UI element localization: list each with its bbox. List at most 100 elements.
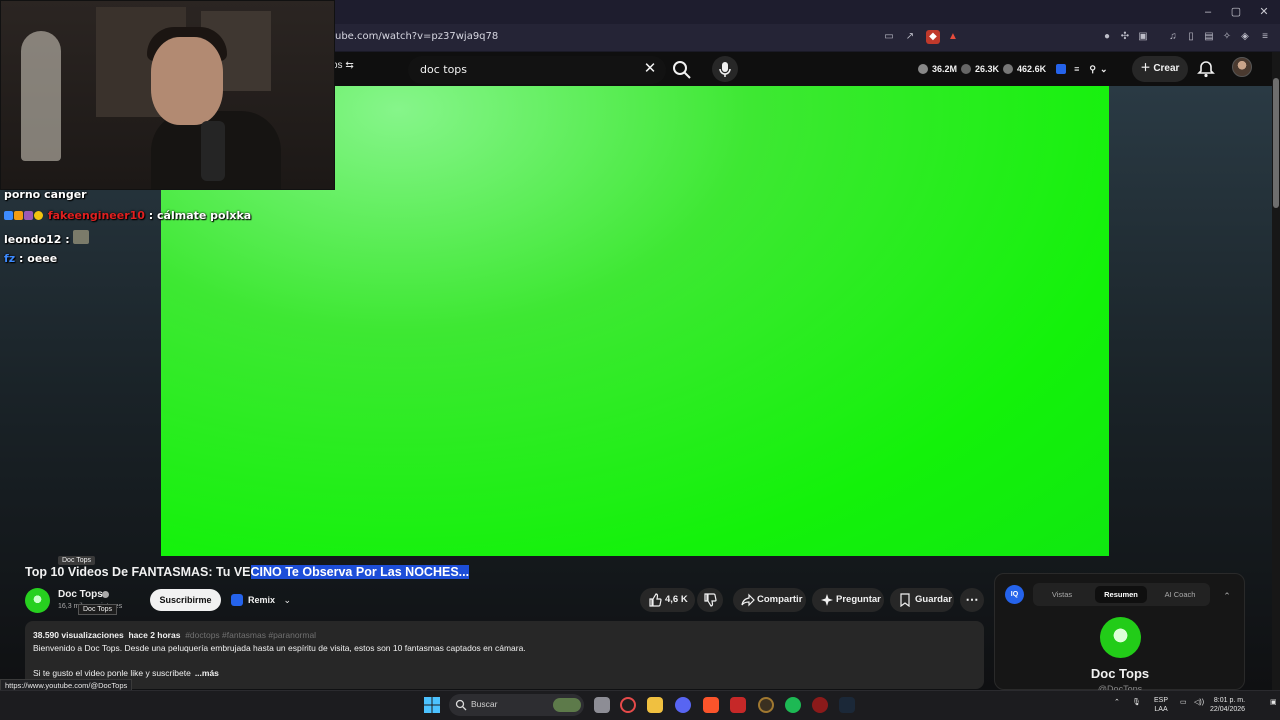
language-indicator[interactable]: ESP LAA xyxy=(1154,696,1168,714)
share-button[interactable]: Compartir xyxy=(733,588,806,612)
pin-icon[interactable]: ⚲ xyxy=(1089,64,1096,75)
wallet-card-icon[interactable]: ▤ xyxy=(1202,30,1216,44)
tooltip: Doc Tops xyxy=(58,556,96,565)
share-page-icon[interactable]: ↗ xyxy=(903,30,917,44)
stat-value: 462.6K xyxy=(1017,64,1047,74)
channel-name-link[interactable]: Doc Tops xyxy=(58,589,103,600)
badge-icon xyxy=(34,211,43,220)
chat-message: fakeengineer10 : cálmate polxka xyxy=(4,209,251,222)
chat-username: fakeengineer10 xyxy=(47,209,145,222)
file-explorer-icon[interactable] xyxy=(647,697,663,713)
search-icon xyxy=(455,699,467,711)
chrome-icon[interactable] xyxy=(620,697,636,713)
description-meta: 38.590 visualizaciones hace 2 horas #doc… xyxy=(33,630,316,640)
more-actions-button[interactable]: ⋯ xyxy=(960,588,984,612)
filter-chip[interactable]: os ⇆ xyxy=(332,60,354,71)
stat-value: 26.3K xyxy=(975,64,1000,74)
tab-resumen[interactable]: Resumen xyxy=(1095,586,1147,603)
wallet-icon[interactable]: ▣ xyxy=(1136,30,1150,44)
microphone-tray-icon[interactable]: 🎙 xyxy=(1132,698,1141,706)
side-channel-avatar xyxy=(1100,617,1141,658)
tab-ai-coach[interactable]: AI Coach xyxy=(1154,586,1206,603)
like-button[interactable]: 4,6 K xyxy=(640,588,695,612)
subscribers-icon xyxy=(918,64,928,74)
leo-ai-icon[interactable]: ✧ xyxy=(1220,30,1234,44)
badge-icon xyxy=(14,211,23,220)
description-text: Si te gusto el video ponle like y suscri… xyxy=(33,668,219,678)
menu-icon[interactable]: ≡ xyxy=(1258,30,1272,44)
chevron-up-icon[interactable]: ⌃ xyxy=(1114,698,1120,706)
streamer-face xyxy=(151,37,223,125)
thumbs-down-icon xyxy=(704,593,717,607)
chevron-up-icon[interactable]: ⌃ xyxy=(1221,590,1233,602)
app-icon[interactable] xyxy=(758,697,774,713)
rewards-icon[interactable]: ▲ xyxy=(946,30,960,44)
taskbar-search[interactable]: Buscar xyxy=(449,694,584,716)
video-title-text: Top 10 Videos De FANTASMAS: Tu VE xyxy=(25,565,251,579)
create-button[interactable]: ＋ Crear xyxy=(1132,56,1188,82)
extensions-icon[interactable]: ✣ xyxy=(1118,30,1132,44)
close-window-icon[interactable]: ✕ xyxy=(1254,4,1274,20)
windows-taskbar xyxy=(0,690,1280,720)
chevron-down-icon[interactable]: ⌄ xyxy=(1100,64,1108,75)
language-layout: LAA xyxy=(1154,706,1168,713)
discord-icon[interactable] xyxy=(675,697,691,713)
vpn-icon[interactable]: ● xyxy=(1100,30,1114,44)
hashtags[interactable]: #doctops #fantasmas #paranormal xyxy=(185,630,316,640)
chat-username: porno canger xyxy=(4,188,87,201)
clear-search-icon[interactable]: ✕ xyxy=(642,61,658,77)
sidebar-icon[interactable]: ▯ xyxy=(1184,30,1198,44)
video-title-selected-text: CINO Te Observa Por Las NOCHES... xyxy=(250,565,470,579)
list-icon[interactable]: ≡ xyxy=(1074,64,1079,74)
description-box[interactable]: 38.590 visualizaciones hace 2 horas #doc… xyxy=(25,621,984,689)
brave-icon[interactable] xyxy=(703,697,719,713)
search-box[interactable]: doc tops ✕ xyxy=(408,56,666,84)
like-count: 4,6 K xyxy=(665,594,688,605)
channel-stats: 36.2M 26.3K 462.6K ≡ ⚲ ⌄ xyxy=(918,60,1107,78)
verified-icon xyxy=(102,591,109,598)
save-button[interactable]: Guardar xyxy=(890,588,954,612)
show-more-link[interactable]: ...más xyxy=(195,668,219,678)
dislike-button[interactable] xyxy=(697,588,723,612)
user-avatar[interactable] xyxy=(1232,57,1252,77)
search-icon[interactable] xyxy=(670,58,694,82)
bell-icon[interactable] xyxy=(1196,59,1216,79)
maximize-icon[interactable]: ▢ xyxy=(1226,4,1246,20)
minimize-icon[interactable]: – xyxy=(1198,4,1218,20)
clock[interactable]: 8:01 p. m. 22/04/2026 xyxy=(1210,696,1245,714)
remix-button[interactable]: Remix ⌄ xyxy=(228,589,292,611)
notification-icon[interactable]: ▣ xyxy=(1270,698,1277,706)
chat-message: porno canger xyxy=(4,188,87,201)
ask-button[interactable]: Preguntar xyxy=(812,588,884,612)
stat-value: 36.2M xyxy=(932,64,958,74)
app-red-icon[interactable] xyxy=(812,697,828,713)
plus-icon: ＋ xyxy=(1140,63,1151,74)
shield-icon[interactable]: ◈ xyxy=(1238,30,1252,44)
badge-icon xyxy=(4,211,13,220)
network-icon[interactable]: ▭ xyxy=(1180,698,1187,706)
channel-avatar[interactable] xyxy=(25,588,50,613)
steam-icon[interactable] xyxy=(839,697,855,713)
task-view-icon[interactable] xyxy=(594,697,610,713)
music-icon[interactable]: ♫ xyxy=(1166,30,1180,44)
cast-icon[interactable]: ▭ xyxy=(882,30,896,44)
volume-icon[interactable]: ◁)) xyxy=(1194,698,1204,706)
search-input[interactable]: doc tops xyxy=(420,63,467,76)
description-cta: Si te gusto el video ponle like y suscri… xyxy=(33,668,191,678)
chat-message: fz : oeee xyxy=(4,252,57,265)
scrollbar-thumb[interactable] xyxy=(1273,78,1279,208)
eye-icon xyxy=(961,64,972,74)
side-panel-tabs: Vistas Resumen AI Coach xyxy=(1033,583,1210,606)
windows-start-icon[interactable] xyxy=(424,697,440,713)
skeleton-decoration xyxy=(21,31,61,161)
iq-extension-icon[interactable] xyxy=(1056,64,1067,74)
subscribe-button[interactable]: Suscribirme xyxy=(150,589,221,611)
obs-recording-icon[interactable] xyxy=(730,697,746,713)
voice-search-button[interactable] xyxy=(712,56,738,82)
brave-shield-icon[interactable]: ◆ xyxy=(926,30,940,44)
share-label: Compartir xyxy=(757,594,803,605)
spotify-icon[interactable] xyxy=(785,697,801,713)
tab-vistas[interactable]: Vistas xyxy=(1036,586,1088,603)
url-field[interactable]: ube.com/watch?v=pz37wja9q78 xyxy=(335,31,498,42)
clock-date: 22/04/2026 xyxy=(1210,706,1246,713)
